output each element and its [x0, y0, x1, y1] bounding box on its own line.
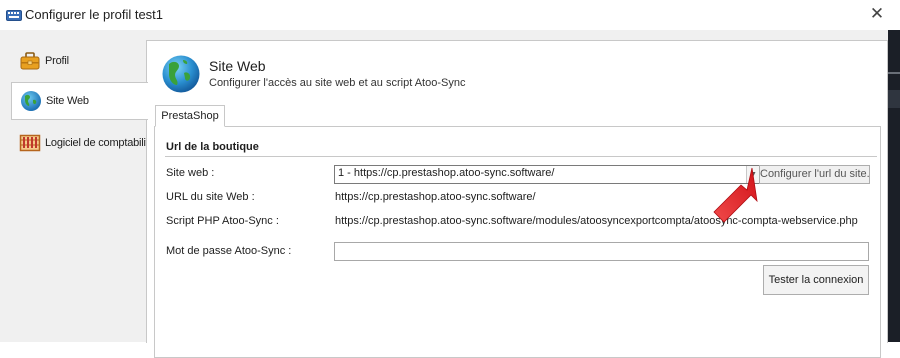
- title-bar: Configurer le profil test1 ✕: [0, 0, 900, 30]
- tab-panel: Url de la boutique Site web : 1 - https:…: [154, 126, 881, 358]
- script-label: Script PHP Atoo-Sync :: [166, 215, 279, 227]
- strip-block: [888, 90, 900, 108]
- close-icon[interactable]: ✕: [870, 4, 884, 23]
- close-button[interactable]: ✕: [862, 3, 892, 25]
- keyboard-icon: [6, 10, 22, 21]
- globe-icon: [162, 55, 200, 93]
- annotation-arrow: [713, 167, 758, 223]
- sidebar-item-label: Site Web: [46, 95, 89, 107]
- globe-icon: [21, 91, 41, 111]
- sidebar-item-label: Profil: [45, 55, 69, 67]
- group-divider: [165, 156, 877, 157]
- sidebar-item-site-web[interactable]: Site Web: [11, 82, 148, 120]
- tab-prestashop[interactable]: PrestaShop: [155, 105, 225, 127]
- background-window-strip: [888, 30, 900, 342]
- site-label: Site web :: [166, 167, 215, 179]
- group-title: Url de la boutique: [166, 141, 259, 153]
- page-subtitle: Configurer l'accès au site web et au scr…: [209, 77, 466, 89]
- sidebar-item-profil[interactable]: Profil: [11, 43, 146, 79]
- page-title: Site Web: [209, 58, 266, 74]
- test-connection-button[interactable]: Tester la connexion: [763, 265, 869, 295]
- window-title: Configurer le profil test1: [25, 7, 164, 22]
- strip-line: [888, 72, 900, 74]
- abacus-icon: [19, 134, 41, 152]
- site-select[interactable]: 1 - https://cp.prestashop.atoo-sync.soft…: [334, 165, 761, 184]
- password-label: Mot de passe Atoo-Sync :: [166, 245, 292, 257]
- url-value: https://cp.prestashop.atoo-sync.software…: [335, 191, 536, 203]
- briefcase-icon: [20, 52, 40, 70]
- sidebar-item-label: Logiciel de comptabilité: [45, 137, 155, 149]
- sidebar-item-logiciel-comptabilite[interactable]: Logiciel de comptabilité: [11, 125, 155, 161]
- site-select-value: 1 - https://cp.prestashop.atoo-sync.soft…: [338, 167, 555, 179]
- url-label: URL du site Web :: [166, 191, 255, 203]
- password-input[interactable]: [334, 242, 869, 261]
